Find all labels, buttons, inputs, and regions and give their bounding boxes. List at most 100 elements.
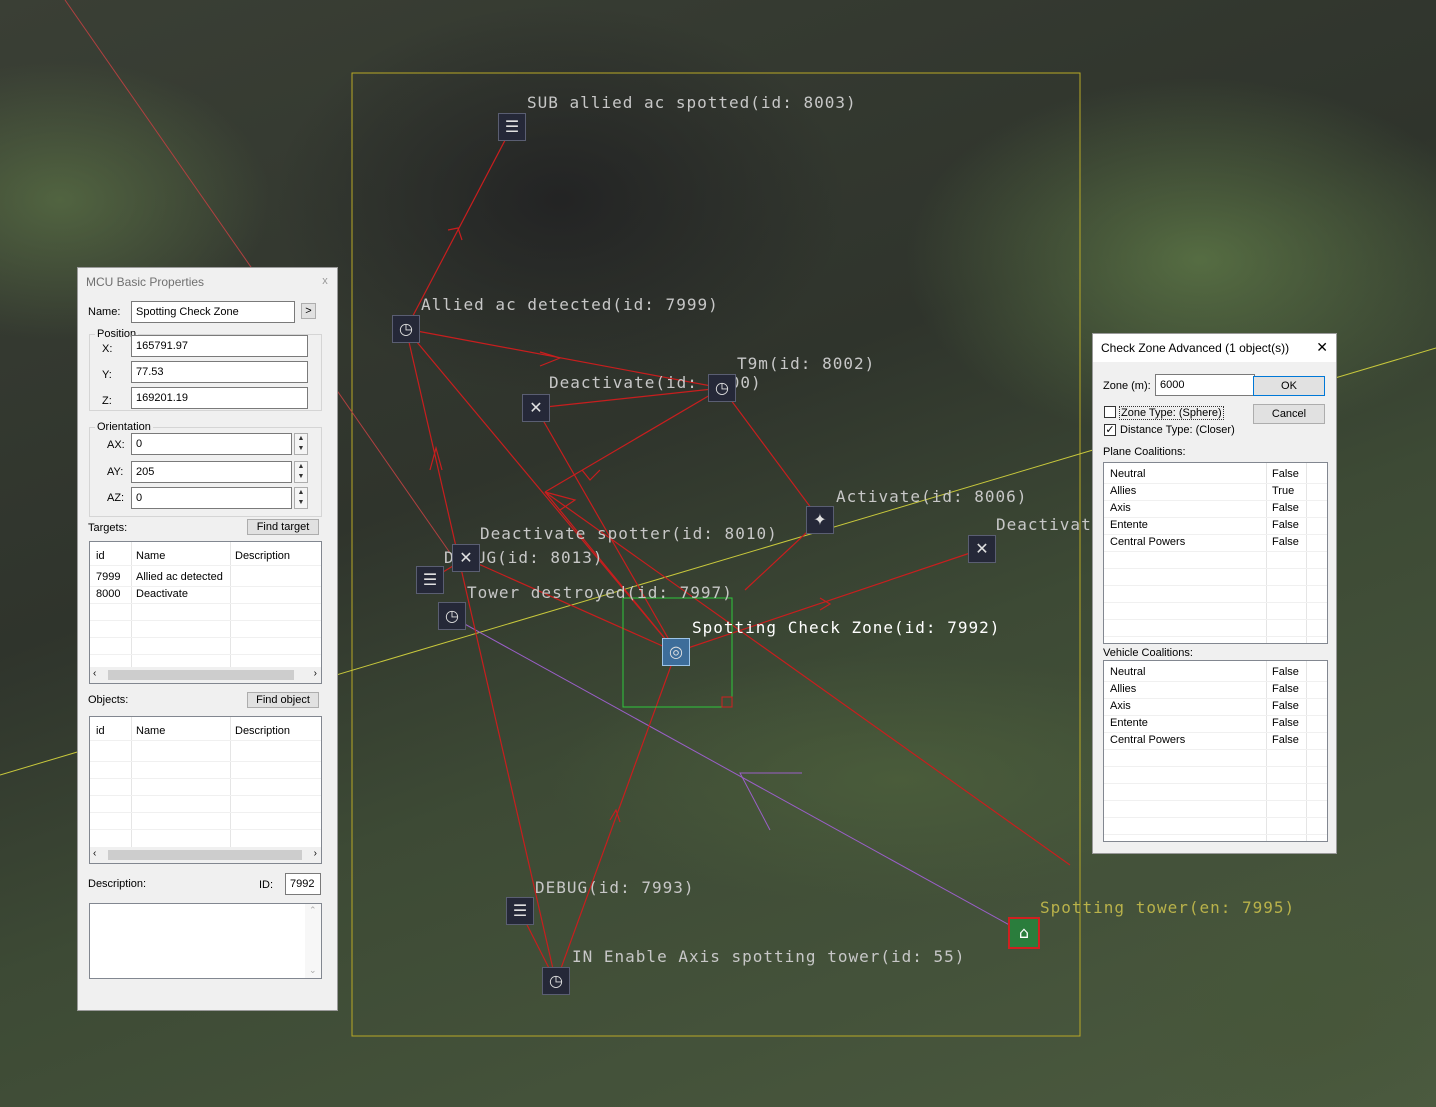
deactivate-node[interactable]: ✕ <box>968 535 996 563</box>
horizontal-scrollbar[interactable]: ‹ › <box>90 667 321 683</box>
header-description[interactable]: Description <box>235 548 290 565</box>
clock-icon: ◷ <box>715 378 729 397</box>
list-item[interactable]: Neutral False <box>1104 664 1327 682</box>
spin-up-icon[interactable]: ▲ <box>295 434 307 444</box>
zone-type-label[interactable]: Zone Type: (Sphere) <box>1119 406 1224 420</box>
ok-button[interactable]: OK <box>1253 376 1325 396</box>
subtitle-node-7993[interactable]: ☰ <box>506 897 534 925</box>
y-field[interactable]: 77.53 <box>131 361 308 383</box>
checkzone-node-7992[interactable]: ◎ <box>662 638 690 666</box>
header-id[interactable]: id <box>96 548 105 565</box>
timer-node-8002[interactable]: ◷ <box>708 374 736 402</box>
resize-handle[interactable] <box>721 696 733 708</box>
vertical-scrollbar[interactable]: ⌃ ⌄ <box>305 904 321 978</box>
name-field[interactable]: Spotting Check Zone <box>131 301 295 323</box>
coalition-value: False <box>1272 717 1299 729</box>
list-item-empty <box>1104 602 1327 620</box>
header-description[interactable]: Description <box>235 723 290 740</box>
vehicle-coalitions-list[interactable]: Neutral False Allies False Axis False En… <box>1103 660 1328 842</box>
coalition-name: Allies <box>1110 485 1137 497</box>
coalition-value: False <box>1272 700 1299 712</box>
timer-node-55[interactable]: ◷ <box>542 967 570 995</box>
expand-name-button[interactable]: > <box>301 303 316 319</box>
distance-type-label[interactable]: Distance Type: (Closer) <box>1120 424 1235 436</box>
scroll-up-icon[interactable]: ⌃ <box>309 905 317 916</box>
coalition-value: False <box>1272 519 1299 531</box>
table-row-empty <box>90 761 321 779</box>
scroll-left-icon[interactable]: ‹ <box>93 848 96 859</box>
plane-coalitions-list[interactable]: Neutral False Allies True Axis False Ent… <box>1103 462 1328 644</box>
targets-header: id Name Description <box>90 548 321 566</box>
z-field[interactable]: 169201.19 <box>131 387 308 409</box>
ay-field[interactable]: 205 <box>131 461 292 483</box>
list-item[interactable]: Central Powers False <box>1104 534 1327 552</box>
list-item-empty <box>1104 551 1327 569</box>
scroll-left-icon[interactable]: ‹ <box>93 668 96 679</box>
distance-type-checkbox[interactable]: ✓ <box>1104 424 1116 436</box>
subtitle-node-8013[interactable]: ☰ <box>416 566 444 594</box>
header-name[interactable]: Name <box>136 723 165 740</box>
zone-type-checkbox[interactable] <box>1104 406 1116 418</box>
activate-icon: ✦ <box>813 510 827 529</box>
deactivate-node-8000[interactable]: ✕ <box>522 394 550 422</box>
list-item[interactable]: Allies False <box>1104 681 1327 699</box>
deactivate-icon: ✕ <box>529 398 543 417</box>
x-field[interactable]: 165791.97 <box>131 335 308 357</box>
row-id: 7999 <box>96 571 121 583</box>
spin-down-icon[interactable]: ▼ <box>295 444 307 454</box>
scroll-right-icon[interactable]: › <box>314 848 317 859</box>
id-field[interactable]: 7992 <box>285 873 321 895</box>
mcu-properties-window: MCU Basic Properties x Name: Spotting Ch… <box>77 267 338 1011</box>
ay-spinner[interactable]: ▲ ▼ <box>294 461 308 483</box>
spin-down-icon[interactable]: ▼ <box>295 472 307 482</box>
header-id[interactable]: id <box>96 723 105 740</box>
table-row[interactable]: 7999 Allied ac detected <box>90 569 321 587</box>
list-item[interactable]: Entente False <box>1104 715 1327 733</box>
coalition-name: Axis <box>1110 502 1131 514</box>
description-textarea[interactable]: ⌃ ⌄ <box>89 903 322 979</box>
ax-field[interactable]: 0 <box>131 433 292 455</box>
spin-up-icon[interactable]: ▲ <box>295 488 307 498</box>
list-item-empty <box>1104 585 1327 603</box>
find-target-button[interactable]: Find target <box>247 519 319 535</box>
az-field[interactable]: 0 <box>131 487 292 509</box>
ax-spinner[interactable]: ▲ ▼ <box>294 433 308 455</box>
timer-node-7997[interactable]: ◷ <box>438 602 466 630</box>
objects-list[interactable]: id Name Description ‹ › <box>89 716 322 864</box>
list-item-empty <box>1104 749 1327 767</box>
horizontal-scrollbar[interactable]: ‹ › <box>90 847 321 863</box>
list-item[interactable]: Neutral False <box>1104 466 1327 484</box>
list-item[interactable]: Axis False <box>1104 698 1327 716</box>
targets-list[interactable]: id Name Description 7999 Allied ac detec… <box>89 541 322 684</box>
subtitle-node-8003[interactable]: ☰ <box>498 113 526 141</box>
zone-field[interactable]: 6000 <box>1155 374 1255 396</box>
house-icon: ⌂ <box>1018 923 1030 942</box>
list-item[interactable]: Allies True <box>1104 483 1327 501</box>
spin-up-icon[interactable]: ▲ <box>295 462 307 472</box>
map-label: Allied ac detected(id: 7999) <box>421 295 719 314</box>
az-spinner[interactable]: ▲ ▼ <box>294 487 308 509</box>
close-icon[interactable]: ✕ <box>1316 339 1328 356</box>
activate-node-8006[interactable]: ✦ <box>806 506 834 534</box>
scroll-down-icon[interactable]: ⌄ <box>309 965 317 976</box>
deactivate-node-8010[interactable]: ✕ <box>452 544 480 572</box>
scroll-thumb[interactable] <box>108 670 294 680</box>
checkzone-icon: ◎ <box>669 642 683 661</box>
az-label: AZ: <box>107 492 125 504</box>
z-label: Z: <box>102 395 112 407</box>
header-name[interactable]: Name <box>136 548 165 565</box>
list-item[interactable]: Central Powers False <box>1104 732 1327 750</box>
table-row[interactable]: 8000 Deactivate <box>90 586 321 604</box>
scroll-right-icon[interactable]: › <box>314 668 317 679</box>
spin-down-icon[interactable]: ▼ <box>295 498 307 508</box>
coalition-value: True <box>1272 485 1295 497</box>
list-item[interactable]: Entente False <box>1104 517 1327 535</box>
scroll-thumb[interactable] <box>108 850 302 860</box>
objects-header: id Name Description <box>90 723 321 741</box>
list-item[interactable]: Axis False <box>1104 500 1327 518</box>
find-object-button[interactable]: Find object <box>247 692 319 708</box>
cancel-button[interactable]: Cancel <box>1253 404 1325 424</box>
spotting-tower-7995[interactable]: ⌂ <box>1008 917 1040 949</box>
close-icon[interactable]: x <box>317 275 333 291</box>
timer-node-7999[interactable]: ◷ <box>392 315 420 343</box>
